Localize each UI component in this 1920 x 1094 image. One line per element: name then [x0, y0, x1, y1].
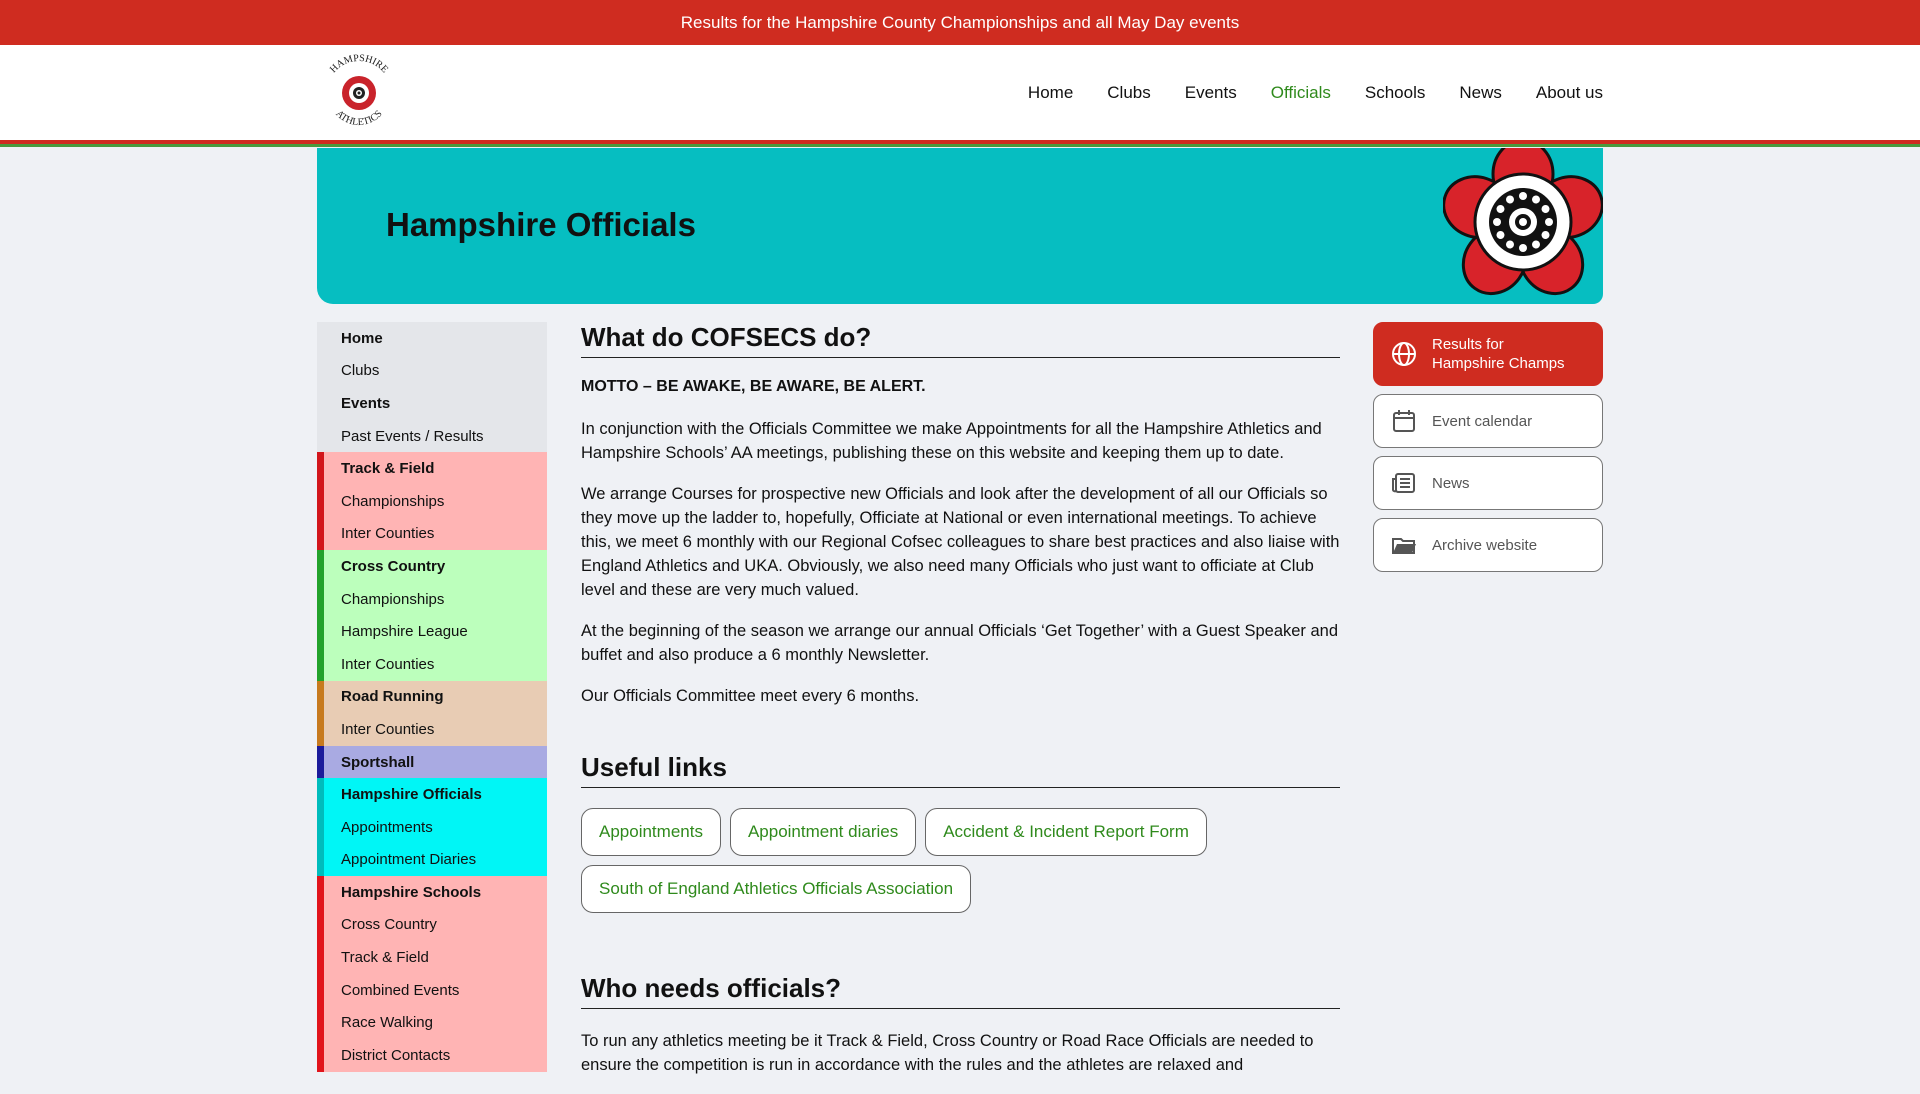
- sidebar-item-combined-events[interactable]: Combined Events: [317, 973, 547, 1007]
- newspaper-icon: [1392, 473, 1415, 493]
- link-seaoa[interactable]: South of England Athletics Officials Ass…: [581, 865, 972, 913]
- sidebar-item-xc-hampshire-league[interactable]: Hampshire League: [317, 615, 547, 648]
- results-label-line1: Results for: [1432, 336, 1504, 353]
- main-nav: Home Clubs Events Officials Schools News…: [1028, 83, 1603, 103]
- sidebar-item-events[interactable]: Events: [317, 387, 547, 420]
- section-heading-who-needs-officials: Who needs officials?: [581, 973, 1340, 1009]
- quick-links: Results for Hampshire Champs Event calen…: [1373, 322, 1603, 580]
- svg-text:HAMPSHIRE: HAMPSHIRE: [328, 52, 390, 74]
- announcement-bar[interactable]: Results for the Hampshire County Champio…: [0, 0, 1920, 45]
- useful-links-group: Appointments Appointment diaries Acciden…: [581, 808, 1340, 913]
- nav-news[interactable]: News: [1459, 83, 1502, 103]
- motto-text: MOTTO – BE AWAKE, BE AWARE, BE ALERT.: [581, 378, 926, 395]
- news-label: News: [1432, 474, 1470, 492]
- sidebar-item-district-contacts[interactable]: District Contacts: [317, 1039, 547, 1072]
- sidebar-item-appointments[interactable]: Appointments: [317, 810, 547, 844]
- sidebar-item-track-field[interactable]: Track & Field: [317, 452, 547, 485]
- paragraph-get-together: At the beginning of the season we arrang…: [581, 622, 1339, 664]
- archive-website-label: Archive website: [1432, 536, 1538, 554]
- nav-about-us[interactable]: About us: [1536, 83, 1603, 103]
- archive-website-button[interactable]: Archive website: [1373, 518, 1603, 572]
- calendar-icon: [1393, 410, 1415, 432]
- header-stripe-green: [0, 144, 1920, 147]
- paragraph-committee: Our Officials Committee meet every 6 mon…: [581, 687, 920, 705]
- sidebar-item-clubs[interactable]: Clubs: [317, 354, 547, 388]
- logo-text-top: HAMPSHIRE: [328, 52, 390, 74]
- paragraph-courses: We arrange Courses for prospective new O…: [581, 485, 1340, 599]
- announcement-text[interactable]: Results for the Hampshire County Champio…: [681, 13, 1239, 33]
- globe-icon: [1392, 342, 1416, 366]
- hampshire-rose-icon: [1443, 148, 1603, 296]
- sidebar-item-hampshire-schools[interactable]: Hampshire Schools: [317, 876, 547, 909]
- folder-icon: [1392, 538, 1416, 554]
- event-calendar-label: Event calendar: [1432, 412, 1533, 430]
- sidebar-item-home[interactable]: Home: [317, 322, 547, 355]
- sidebar-item-track-inter-counties[interactable]: Inter Counties: [317, 517, 547, 551]
- page-title: Hampshire Officials: [386, 206, 696, 243]
- sidebar-item-xc-inter-counties[interactable]: Inter Counties: [317, 647, 547, 681]
- nav-events[interactable]: Events: [1185, 83, 1237, 103]
- results-button[interactable]: Results for Hampshire Champs: [1373, 322, 1603, 386]
- logo-text-bottom: ATHLETICS: [333, 108, 384, 128]
- nav-schools[interactable]: Schools: [1365, 83, 1425, 103]
- results-label-line2: Hampshire Champs: [1432, 355, 1565, 372]
- nav-clubs[interactable]: Clubs: [1107, 83, 1150, 103]
- news-button[interactable]: News: [1373, 456, 1603, 510]
- svg-text:ATHLETICS: ATHLETICS: [333, 108, 384, 128]
- section-heading-useful-links: Useful links: [581, 752, 1340, 788]
- link-accident-report-form[interactable]: Accident & Incident Report Form: [925, 808, 1207, 856]
- sidebar-item-xc-championships[interactable]: Championships: [317, 582, 547, 616]
- link-appointments[interactable]: Appointments: [581, 808, 721, 856]
- sidebar-item-schools-cross-country[interactable]: Cross Country: [317, 908, 547, 942]
- sidebar-item-race-walking[interactable]: Race Walking: [317, 1006, 547, 1040]
- sidebar-item-sportshall[interactable]: Sportshall: [317, 745, 547, 779]
- nav-officials[interactable]: Officials: [1271, 83, 1331, 103]
- link-appointment-diaries[interactable]: Appointment diaries: [729, 808, 917, 856]
- sidebar-item-road-running[interactable]: Road Running: [317, 680, 547, 714]
- page-banner: Hampshire Officials: [317, 148, 1603, 304]
- hampshire-athletics-logo[interactable]: HAMPSHIRE ATHLETICS: [317, 51, 401, 135]
- event-calendar-button[interactable]: Event calendar: [1373, 394, 1603, 448]
- paragraph-who-needs: To run any athletics meeting be it Track…: [581, 1032, 1314, 1074]
- sidebar-nav: Home Clubs Events Past Events / Results …: [317, 322, 547, 1072]
- sidebar-item-past-events[interactable]: Past Events / Results: [317, 419, 547, 453]
- section-heading-cofsecs: What do COFSECS do?: [581, 322, 1340, 358]
- site-header: HAMPSHIRE ATHLETICS Home Clubs Events Of…: [0, 45, 1920, 140]
- paragraph-appointments: In conjunction with the Officials Commit…: [581, 420, 1322, 462]
- sidebar-item-hampshire-officials[interactable]: Hampshire Officials: [317, 778, 547, 811]
- sidebar-item-cross-country[interactable]: Cross Country: [317, 550, 547, 583]
- sidebar-item-road-inter-counties[interactable]: Inter Counties: [317, 713, 547, 746]
- main-content: What do COFSECS do? MOTTO – BE AWAKE, BE…: [581, 322, 1340, 1094]
- sidebar-item-schools-track-field[interactable]: Track & Field: [317, 941, 547, 974]
- sidebar-item-appointment-diaries[interactable]: Appointment Diaries: [317, 843, 547, 877]
- sidebar-item-track-championships[interactable]: Championships: [317, 484, 547, 518]
- nav-home[interactable]: Home: [1028, 83, 1073, 103]
